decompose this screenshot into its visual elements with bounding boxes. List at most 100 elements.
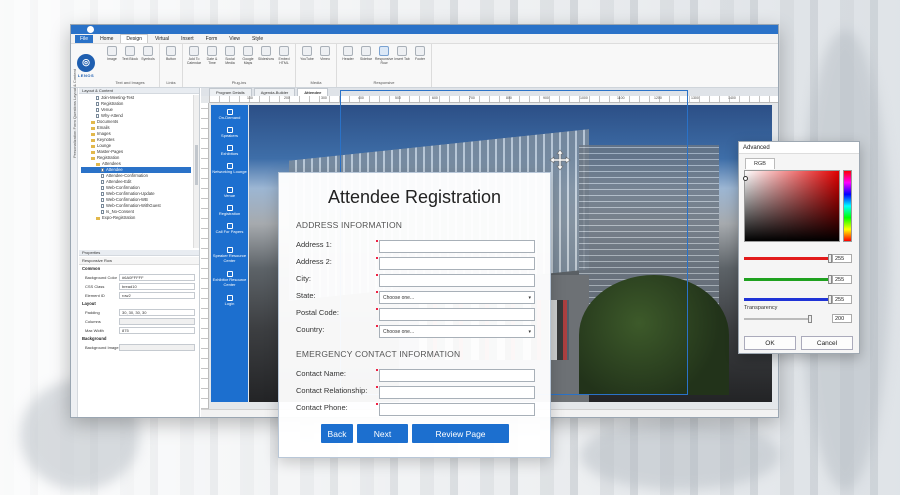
nav-item-registration[interactable]: Registration [211,201,248,219]
ribbon-slideshow-button[interactable]: Slideshow [258,46,274,80]
menu-file[interactable]: File [75,34,94,43]
required-marker [376,257,378,259]
color-palette[interactable] [743,170,840,242]
contact-name-input[interactable] [379,369,535,382]
document-tabs: Program Details Agenda-Builder Attendee [201,88,778,96]
tab-rgb[interactable]: RGB [745,158,775,169]
menu-home[interactable]: Home [95,35,118,43]
folder-icon [96,216,100,220]
nav-item-on-demand[interactable]: On-Demand [211,105,248,123]
city-input[interactable] [379,274,535,287]
tree-item[interactable]: Expo-Registration [81,215,191,221]
blue-value[interactable]: 255 [832,295,852,304]
section-layout[interactable]: Layout [79,300,199,308]
nav-item-exhibitors[interactable]: Exhibitors [211,141,248,159]
back-button[interactable]: Back [321,424,353,443]
padding-field[interactable]: 30, 30, 30, 30 [119,309,195,316]
menu-form[interactable]: Form [201,35,223,43]
menu-style[interactable]: Style [247,35,268,43]
tab-program-details[interactable]: Program Details [209,88,252,96]
menu-virtual[interactable]: Virtual [150,35,174,43]
red-slider[interactable] [744,254,832,263]
nav-item-speakers[interactable]: Speakers [211,123,248,141]
ribbon-symbols-button[interactable]: Symbols [140,46,156,80]
contact-relationship-input[interactable] [379,386,535,399]
bg-color-field[interactable]: #6A0FFFFF [119,274,195,281]
contact-phone-input[interactable] [379,403,535,416]
transparency-slider[interactable] [744,315,812,323]
nav-item-label: Call For Papers [215,229,244,234]
vertical-tabs[interactable]: Personalization Form Questions Layout & … [71,69,78,417]
nav-item-networking-lounge[interactable]: Networking Lounge [211,159,248,183]
menu-insert[interactable]: Insert [176,35,199,43]
hue-slider[interactable] [843,170,852,242]
tab-agenda-builder[interactable]: Agenda-Builder [253,88,296,96]
prop-label: Padding [85,310,100,315]
address2-input[interactable] [379,257,535,270]
ribbon-add-to-calendar-button[interactable]: Add To Calendar [186,46,202,80]
palette-picker-handle[interactable] [743,176,748,181]
green-value[interactable]: 255 [832,275,852,284]
nav-item-label: Venue [223,193,236,198]
ribbon-header-button[interactable]: Header [340,46,356,80]
blue-slider[interactable] [744,295,832,304]
ribbon-social-media-button[interactable]: Social Media [222,46,238,80]
nav-item-speaker-resource-center[interactable]: Speaker Resource Center [211,243,248,267]
ribbon-responsive-row-button[interactable]: Responsive Row [375,46,393,80]
folder-icon [91,120,95,124]
tree-scrollbar[interactable] [193,95,199,248]
ribbon-embed-html-button[interactable]: Embed HTML [276,46,292,80]
green-slider[interactable] [744,275,832,284]
css-class-field[interactable]: bread10 [119,283,195,290]
prop-row-padding: Padding 30, 30, 30, 30 [79,308,199,317]
menu-view[interactable]: View [224,35,245,43]
ribbon-item-label: Social Media [225,57,235,65]
columns-field[interactable] [119,318,195,325]
bg-image-field[interactable] [119,344,195,351]
ribbon-item-label: Vimeo [320,57,330,61]
ribbon-vimeo-button[interactable]: Vimeo [317,46,333,80]
postal-code-input[interactable] [379,308,535,321]
page-icon [101,210,104,214]
ribbon-youtube-button[interactable]: YouTube [299,46,315,80]
page-side-navigation: On-Demand Speakers Exhibitors Networking Lo… [211,105,248,402]
ribbon-insert-tab-button[interactable]: Insert Tab [394,46,410,80]
section-background[interactable]: Background [79,335,199,343]
menu-design[interactable]: Design [120,34,148,43]
ribbon-footer-button[interactable]: Footer [412,46,428,80]
country-select[interactable]: Choose one... ▾ [379,325,535,338]
ribbon-item-label: Sidebar [359,57,373,61]
address-section-title: ADDRESS INFORMATION [296,220,403,230]
required-marker [376,308,378,310]
nav-item-venue[interactable]: Venue [211,183,248,201]
nav-item-label: Exhibitor Resource Center [212,277,247,287]
symbols-icon [143,46,153,56]
review-page-button[interactable]: Review Page [412,424,509,443]
photo-trees [579,275,729,395]
nav-item-exhibitor-resource-center[interactable]: Exhibitor Resource Center [211,267,248,291]
ribbon-google-maps-button[interactable]: Google Maps [240,46,256,80]
tab-attendee[interactable]: Attendee [297,88,329,96]
prop-label: CSS Class [85,284,105,289]
move-icon[interactable] [549,149,571,171]
ok-button[interactable]: OK [744,336,796,350]
ribbon-date-time-button[interactable]: Date & Time [204,46,220,80]
tree-scrollbar-thumb[interactable] [195,145,198,185]
ribbon-button-button[interactable]: Button [163,46,179,80]
max-width-field[interactable]: 875 [119,327,195,334]
section-common[interactable]: Common [79,265,199,273]
next-button[interactable]: Next [357,424,408,443]
nav-item-call-for-papers[interactable]: Call For Papers [211,219,248,243]
state-select[interactable]: Choose one... ▾ [379,291,535,304]
address1-input[interactable] [379,240,535,253]
element-id-field[interactable]: row2 [119,292,195,299]
ribbon-sidebar-button[interactable]: Sidebar [358,46,374,80]
cancel-button[interactable]: Cancel [801,336,853,350]
ribbon-image-button[interactable]: Image [104,46,120,80]
nav-item-login[interactable]: Login [211,291,248,309]
ribbon-text-block-button[interactable]: Text Block [122,46,138,80]
transparency-value[interactable]: 200 [832,314,852,323]
transparency-slider-thumb[interactable] [808,315,812,323]
state-label: State: [296,291,316,300]
red-value[interactable]: 255 [832,254,852,263]
